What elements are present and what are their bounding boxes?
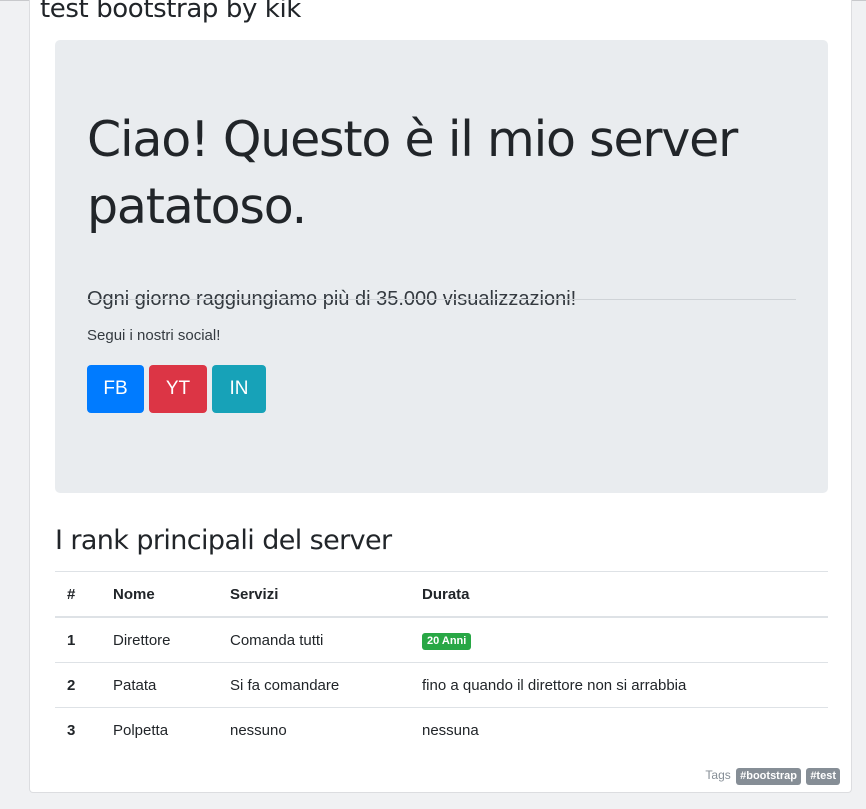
post-card: test bootstrap by kik Ciao! Questo è il … [29,0,852,793]
jumbotron-heading: Ciao! Questo è il mio server patatoso. [87,111,738,235]
jumbotron: Ciao! Questo è il mio server patatoso. O… [55,40,828,493]
social-text: Segui i nostri social! [87,327,221,344]
column-header-num: # [55,571,113,618]
tag-bootstrap[interactable]: #bootstrap [736,768,801,785]
ranks-table: # Nome Servizi Durata 1 Direttore Comand… [55,571,828,752]
column-header-nome: Nome [113,571,230,618]
row-durata: fino a quando il direttore non si arrabb… [422,662,828,708]
row-nome: Patata [113,662,230,708]
instagram-button[interactable]: IN [212,365,266,413]
tags-label: Tags [705,768,731,782]
post-title: test bootstrap by kik [40,0,301,24]
column-header-servizi: Servizi [230,571,422,618]
row-num: 3 [55,707,113,752]
facebook-button[interactable]: FB [87,365,144,413]
column-header-durata: Durata [422,571,828,618]
table-row: 2 Patata Si fa comandare fino a quando i… [55,662,828,708]
row-servizi: nessuno [230,707,422,752]
table-header-row: # Nome Servizi Durata [55,571,828,618]
youtube-button[interactable]: YT [149,365,207,413]
row-servizi: Comanda tutti [230,616,422,663]
row-num: 1 [55,616,113,663]
divider [87,299,796,300]
row-servizi: Si fa comandare [230,662,422,708]
table-row: 3 Polpetta nessuno nessuna [55,707,828,752]
row-durata: 20 Anni [422,616,828,663]
table-row: 1 Direttore Comanda tutti 20 Anni [55,616,828,663]
row-nome: Direttore [113,616,230,663]
tags-bar: Tags #bootstrap #test [705,768,840,785]
row-durata: nessuna [422,707,828,752]
row-nome: Polpetta [113,707,230,752]
tag-test[interactable]: #test [806,768,840,785]
duration-badge: 20 Anni [422,632,472,650]
ranks-title: I rank principali del server [55,525,392,556]
row-num: 2 [55,662,113,708]
